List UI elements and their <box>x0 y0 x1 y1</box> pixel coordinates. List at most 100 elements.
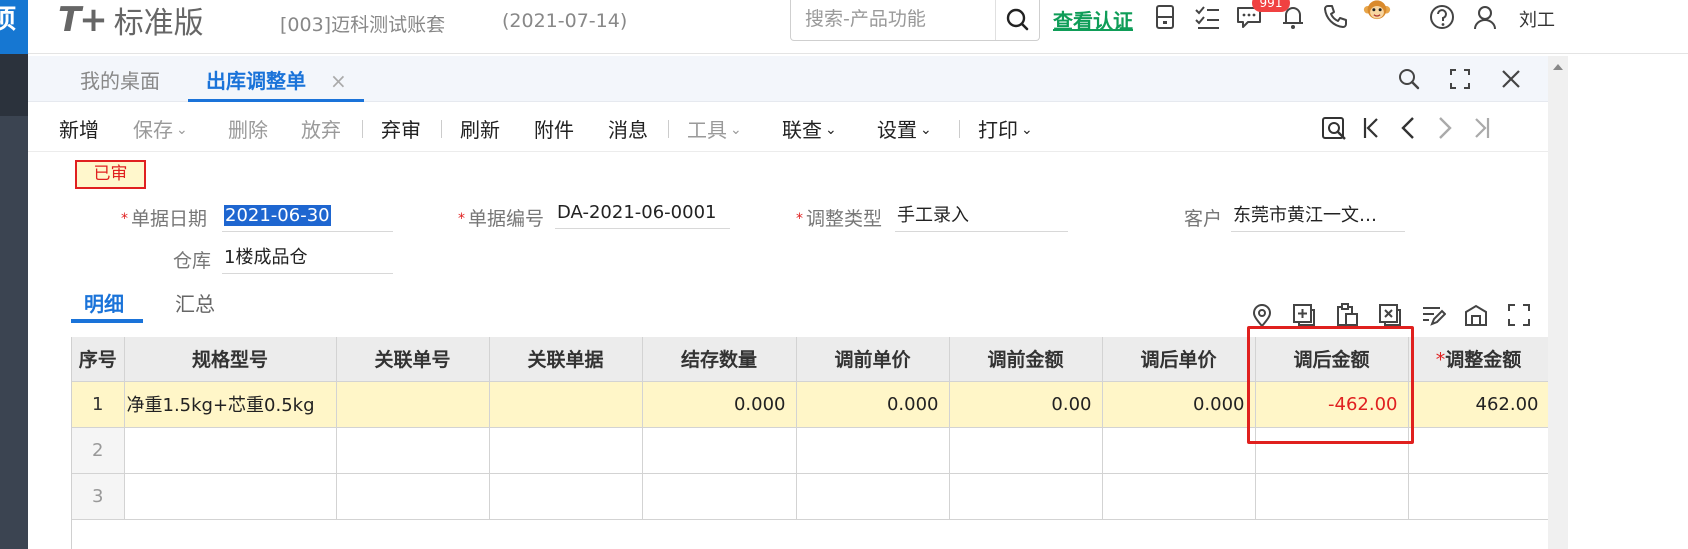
bell-icon[interactable] <box>1278 2 1308 32</box>
date-label-text: 单据日期 <box>131 208 208 230</box>
number-label-text: 单据编号 <box>468 208 545 230</box>
linked-query-menu[interactable]: 联查 ⌄ <box>782 114 837 143</box>
calculator-icon[interactable] <box>1150 2 1180 32</box>
phone-icon[interactable] <box>1320 2 1350 32</box>
col-header-pre-amount[interactable]: 调前金额 <box>949 337 1103 382</box>
cell-ref-doc[interactable] <box>489 473 643 520</box>
message-button[interactable]: 消息 <box>608 114 648 143</box>
cell-pre-price[interactable]: 0.000 <box>796 381 950 428</box>
delete-button[interactable]: 删除 <box>228 114 268 143</box>
cell-pre-price[interactable] <box>796 427 950 474</box>
subtab-summary[interactable]: 汇总 <box>175 288 215 317</box>
account-date: (2021-07-14) <box>502 10 628 32</box>
task-list-icon[interactable] <box>1192 2 1222 32</box>
tab-my-desktop[interactable]: 我的桌面 <box>80 56 160 102</box>
customer-field[interactable]: 东莞市黄江一文… <box>1231 202 1405 232</box>
add-button[interactable]: 新增 <box>59 114 99 143</box>
cell-seq: 2 <box>72 427 125 474</box>
cell-post-amount[interactable] <box>1255 473 1409 520</box>
cell-ref-doc[interactable] <box>489 427 643 474</box>
monkey-avatar-icon[interactable] <box>1362 0 1410 36</box>
cell-qty[interactable] <box>642 427 797 474</box>
previous-record-icon[interactable] <box>1393 112 1423 144</box>
col-header-adj-amount[interactable]: *调整金额 <box>1408 337 1548 382</box>
close-page-icon[interactable] <box>1497 65 1525 93</box>
table-row[interactable]: 2 <box>72 427 1548 474</box>
cell-adj-amount[interactable] <box>1408 427 1548 474</box>
search-input[interactable] <box>805 4 985 34</box>
verify-link[interactable]: 查看认证 <box>1053 5 1133 34</box>
search-button[interactable] <box>995 0 1039 40</box>
cell-spec[interactable] <box>124 473 337 520</box>
subtab-detail[interactable]: 明细 <box>84 288 124 317</box>
cell-ref-no[interactable] <box>336 473 490 520</box>
delete-row-icon[interactable] <box>1377 302 1403 328</box>
cell-adj-amount[interactable] <box>1408 473 1548 520</box>
help-icon[interactable] <box>1427 2 1457 32</box>
sidebar-active-block[interactable] <box>0 54 28 116</box>
date-label: * 单据日期 <box>121 204 207 231</box>
cell-post-price[interactable] <box>1102 473 1256 520</box>
cell-post-price[interactable]: 0.000 <box>1102 381 1256 428</box>
cell-ref-no[interactable] <box>336 381 490 428</box>
cell-qty[interactable] <box>642 473 797 520</box>
top-header: 项 T+ 标准版 [003]迈科测试账套 (2021-07-14) 查看认证 9… <box>0 0 1688 54</box>
abandon-button[interactable]: 放弃 <box>301 114 341 143</box>
col-header-spec[interactable]: 规格型号 <box>124 337 337 382</box>
date-field[interactable]: 2021-06-30 <box>222 202 393 232</box>
refresh-button[interactable]: 刷新 <box>460 114 500 143</box>
warehouse-label: 仓库 <box>173 250 212 272</box>
cell-pre-amount[interactable]: 0.00 <box>949 381 1103 428</box>
save-button[interactable]: 保存 ⌄ <box>133 114 188 143</box>
home-corner-tile[interactable]: 项 <box>0 0 28 54</box>
scroll-up-arrow-icon[interactable] <box>1553 64 1563 70</box>
user-name[interactable]: 刘工 <box>1519 6 1555 32</box>
cell-pre-price[interactable] <box>796 473 950 520</box>
location-icon[interactable] <box>1249 302 1275 328</box>
cell-adj-amount[interactable]: 462.00 <box>1408 381 1548 428</box>
user-icon[interactable] <box>1470 2 1500 32</box>
cell-post-amount[interactable] <box>1255 427 1409 474</box>
tab-outbound-adjustment[interactable]: 出库调整单 × <box>188 56 364 102</box>
first-record-icon[interactable] <box>1356 112 1386 144</box>
batch-edit-icon[interactable] <box>1420 302 1447 328</box>
left-sidebar <box>0 54 28 549</box>
attachment-button[interactable]: 附件 <box>534 114 574 143</box>
vertical-scrollbar[interactable] <box>1548 56 1568 549</box>
unaudit-button[interactable]: 弃审 <box>381 114 421 143</box>
col-header-ref-no[interactable]: 关联单号 <box>336 337 490 382</box>
table-row[interactable]: 3 <box>72 473 1548 520</box>
cell-pre-amount[interactable] <box>949 427 1103 474</box>
table-row[interactable]: 1 净重1.5kg+芯重0.5kg 0.000 0.000 0.00 0.000… <box>72 381 1548 428</box>
cell-ref-doc[interactable] <box>489 381 643 428</box>
type-field[interactable]: 手工录入 <box>895 202 1068 232</box>
paste-row-icon[interactable] <box>1334 302 1360 328</box>
cell-qty[interactable]: 0.000 <box>642 381 797 428</box>
grid-fullscreen-icon[interactable] <box>1506 302 1532 328</box>
insert-row-icon[interactable] <box>1291 302 1317 328</box>
col-header-qty[interactable]: 结存数量 <box>642 337 797 382</box>
settings-menu[interactable]: 设置 ⌄ <box>877 114 932 143</box>
tools-menu[interactable]: 工具 ⌄ <box>687 114 742 143</box>
cell-pre-amount[interactable] <box>949 473 1103 520</box>
cell-post-price[interactable] <box>1102 427 1256 474</box>
document-search-icon[interactable] <box>1319 112 1349 144</box>
print-menu[interactable]: 打印 ⌄ <box>978 114 1033 143</box>
col-header-ref-doc[interactable]: 关联单据 <box>489 337 643 382</box>
tab-close-button[interactable]: × <box>330 56 347 106</box>
col-header-post-amount[interactable]: 调后金额 <box>1255 337 1409 382</box>
cell-spec[interactable] <box>124 427 337 474</box>
col-header-seq[interactable]: 序号 <box>72 337 125 382</box>
last-record-icon[interactable] <box>1467 112 1497 144</box>
col-header-post-price[interactable]: 调后单价 <box>1102 337 1256 382</box>
next-record-icon[interactable] <box>1430 112 1460 144</box>
fullscreen-icon[interactable] <box>1446 65 1474 93</box>
warehouse-icon[interactable] <box>1463 302 1489 328</box>
number-field[interactable]: DA-2021-06-0001 <box>555 199 730 229</box>
tab-search-icon[interactable] <box>1395 65 1423 93</box>
cell-post-amount[interactable]: -462.00 <box>1255 381 1409 428</box>
cell-spec[interactable]: 净重1.5kg+芯重0.5kg <box>124 381 337 428</box>
warehouse-field[interactable]: 1楼成品仓 <box>222 244 393 274</box>
cell-ref-no[interactable] <box>336 427 490 474</box>
col-header-pre-price[interactable]: 调前单价 <box>796 337 950 382</box>
